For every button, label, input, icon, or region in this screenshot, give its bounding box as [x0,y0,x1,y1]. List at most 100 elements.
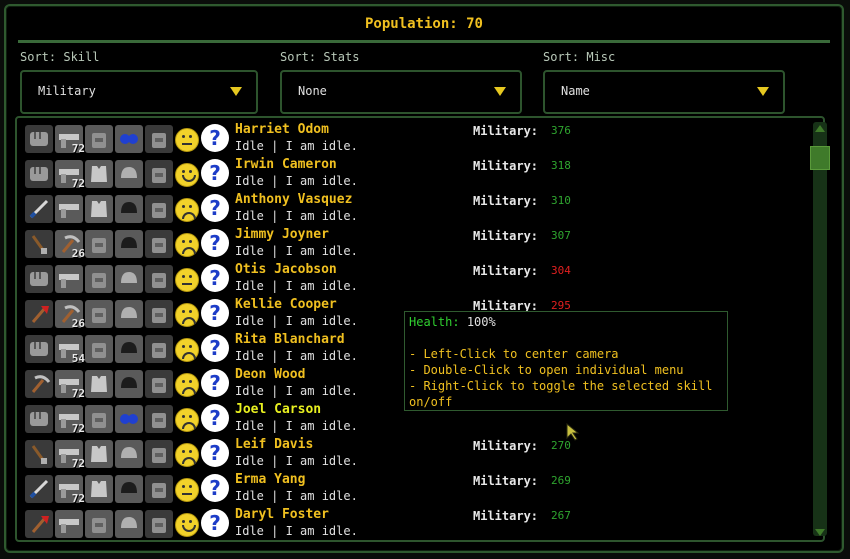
backpack-slot[interactable] [145,125,173,153]
equipment-slot[interactable] [25,160,53,188]
equipment-slot[interactable] [115,335,143,363]
backpack-slot[interactable] [145,370,173,398]
equipment-slot[interactable]: 72 [55,370,85,400]
backpack-slot[interactable] [145,440,173,468]
backpack-slot[interactable] [145,160,173,188]
colonist-name[interactable]: Kellie Cooper [235,297,337,312]
equipment-slot[interactable] [25,440,53,468]
help-icon[interactable]: ? [201,334,229,362]
equipment-slot[interactable] [85,160,113,188]
scrollbar-thumb[interactable] [810,146,830,170]
equipment-slot[interactable] [115,265,143,293]
scroll-up-icon[interactable] [813,122,827,134]
equipment-slot[interactable] [115,300,143,328]
colonist-row[interactable]: 72? Irwin Cameron Idle | I am idle. Militar… [23,157,803,192]
help-icon[interactable]: ? [201,159,229,187]
equipment-slot[interactable] [25,405,53,433]
help-icon[interactable]: ? [201,194,229,222]
equipment-slot[interactable] [25,370,53,398]
equipment-slot[interactable] [85,265,113,293]
equipment-slot[interactable] [55,510,83,538]
equipment-slot[interactable]: 26 [55,230,85,260]
help-icon[interactable]: ? [201,404,229,432]
equipment-slot[interactable] [85,370,113,398]
equipment-slot[interactable] [25,195,53,223]
equipment-slot[interactable] [85,195,113,223]
help-icon[interactable]: ? [201,264,229,292]
backpack-slot[interactable] [145,230,173,258]
colonist-name[interactable]: Jimmy Joyner [235,227,329,242]
sort-skill-dropdown[interactable]: Military [20,70,258,114]
colonist-name[interactable]: Daryl Foster [235,507,329,522]
scroll-down-icon[interactable] [813,526,827,538]
equipment-slot[interactable] [85,300,113,328]
colonist-row[interactable]: ? Otis Jacobson Idle | I am idle. Military:… [23,262,803,297]
equipment-slot[interactable] [55,195,83,223]
equipment-slot[interactable] [115,475,143,503]
equipment-slot[interactable] [25,335,53,363]
equipment-slot[interactable]: 72 [55,440,85,470]
equipment-slot[interactable] [115,195,143,223]
help-icon[interactable]: ? [201,369,229,397]
colonist-name[interactable]: Rita Blanchard [235,332,345,347]
backpack-slot[interactable] [145,335,173,363]
sort-stats-dropdown[interactable]: None [280,70,522,114]
ammo-count: 72 [71,177,85,190]
equipment-slot[interactable]: 54 [55,335,85,365]
backpack-slot[interactable] [145,510,173,538]
help-icon[interactable]: ? [201,299,229,327]
equipment-slot[interactable] [55,265,83,293]
help-icon[interactable]: ? [201,439,229,467]
equipment-slot[interactable] [115,230,143,258]
equipment-slot[interactable] [85,335,113,363]
colonist-name[interactable]: Anthony Vasquez [235,192,352,207]
equipment-slot[interactable] [85,510,113,538]
list-scrollbar[interactable] [813,122,827,536]
colonist-row[interactable]: 26? Jimmy Joyner Idle | I am idle. Military… [23,227,803,262]
equipment-slot[interactable] [25,510,53,538]
help-icon[interactable]: ? [201,229,229,257]
equipment-slot[interactable]: 72 [55,125,85,155]
equipment-slot[interactable] [25,475,53,503]
equipment-slot[interactable] [85,440,113,468]
backpack-slot[interactable] [145,405,173,433]
colonist-name[interactable]: Irwin Cameron [235,157,337,172]
colonist-row[interactable]: 72? Harriet Odom Idle | I am idle. Military… [23,122,803,157]
equipment-slot[interactable] [25,230,53,258]
colonist-name[interactable]: Harriet Odom [235,122,329,137]
equipment-slot[interactable] [115,125,143,153]
equipment-slot[interactable] [25,300,53,328]
colonist-row[interactable]: ? Anthony Vasquez Idle | I am idle. Militar… [23,192,803,227]
backpack-slot[interactable] [145,195,173,223]
equipment-slot[interactable] [25,265,53,293]
equipment-slot[interactable]: 72 [55,475,85,505]
colonist-name[interactable]: Deon Wood [235,367,305,382]
colonist-name[interactable]: Joel Carson [235,402,321,417]
help-icon[interactable]: ? [201,474,229,502]
help-icon[interactable]: ? [201,124,229,152]
equipment-slot[interactable] [115,370,143,398]
help-icon[interactable]: ? [201,509,229,537]
backpack-slot[interactable] [145,300,173,328]
colonist-row[interactable]: 72? Erma Yang Idle | I am idle. Military: 26… [23,472,803,507]
colonist-name[interactable]: Otis Jacobson [235,262,337,277]
equipment-slot[interactable]: 26 [55,300,85,330]
backpack-slot[interactable] [145,475,173,503]
colonist-row[interactable]: 72? Leif Davis Idle | I am idle. Military: 2… [23,437,803,472]
equipment-slot[interactable] [85,230,113,258]
equipment-slot[interactable] [85,475,113,503]
equipment-slot[interactable] [115,510,143,538]
colonist-name[interactable]: Leif Davis [235,437,313,452]
equipment-slot[interactable] [85,405,113,433]
colonist-name[interactable]: Erma Yang [235,472,305,487]
backpack-slot[interactable] [145,265,173,293]
sort-misc-dropdown[interactable]: Name [543,70,785,114]
equipment-slot[interactable]: 72 [55,160,85,190]
equipment-slot[interactable] [115,160,143,188]
equipment-slot[interactable]: 72 [55,405,85,435]
equipment-slot[interactable] [115,440,143,468]
colonist-row[interactable]: ? Daryl Foster Idle | I am idle. Military: 2… [23,507,803,540]
equipment-slot[interactable] [25,125,53,153]
equipment-slot[interactable] [85,125,113,153]
equipment-slot[interactable] [115,405,143,433]
